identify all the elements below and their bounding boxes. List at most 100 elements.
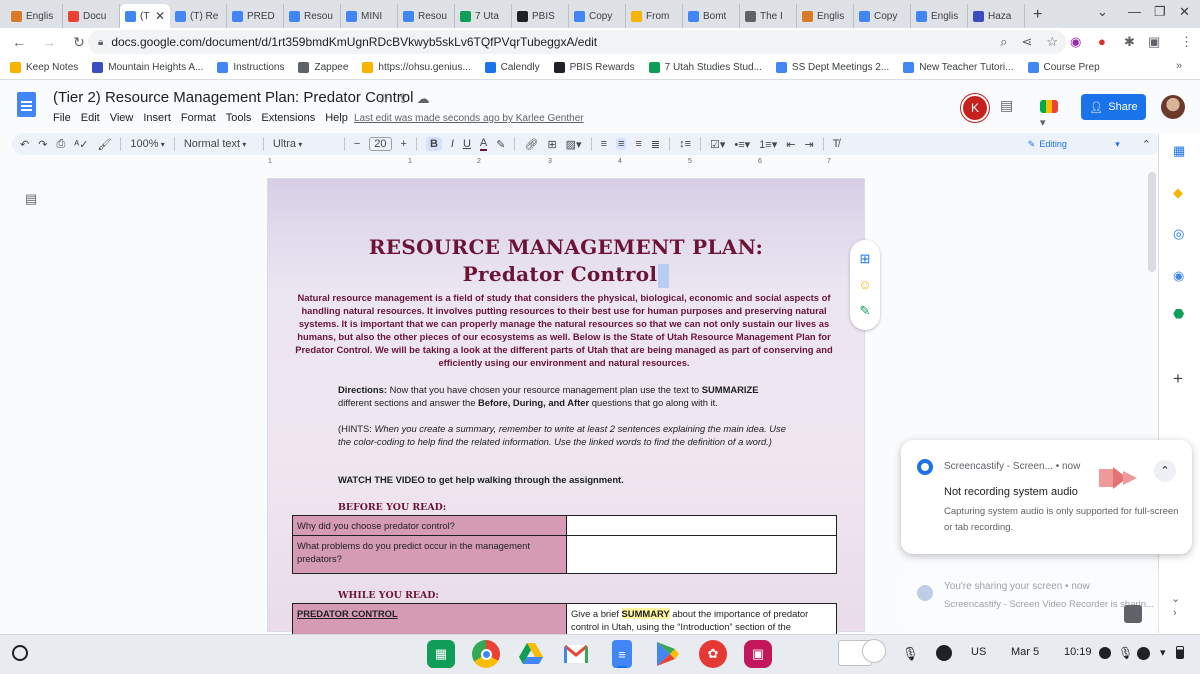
menu-file[interactable]: File: [53, 112, 71, 124]
undo-icon[interactable]: ↶: [20, 138, 29, 151]
editing-mode-select[interactable]: ✎ Editing ▾: [1028, 139, 1120, 150]
drive-app-icon[interactable]: [517, 640, 545, 668]
tab[interactable]: (T ✕: [120, 4, 170, 28]
underline-icon[interactable]: U: [463, 138, 471, 150]
comment-history-icon[interactable]: ▤: [1000, 97, 1013, 114]
tab[interactable]: The I: [740, 4, 797, 28]
reload-icon[interactable]: ↻: [68, 34, 90, 51]
screencastify-app-icon[interactable]: ▣: [744, 640, 772, 668]
tab-search-icon[interactable]: ⌄: [1097, 4, 1108, 20]
notification-card[interactable]: Screencastify - Screen... • now Not reco…: [901, 440, 1192, 554]
time-label[interactable]: 10:19: [1064, 646, 1092, 658]
microphone-icon[interactable]: 🎙︎: [902, 646, 919, 662]
tab[interactable]: Copy: [854, 4, 911, 28]
date-label[interactable]: Mar 5: [1011, 646, 1039, 658]
bookmark-item[interactable]: 7 Utah Studies Stud...: [648, 62, 762, 73]
meet-icon[interactable]: ▾: [1040, 96, 1066, 129]
zoom-select[interactable]: 100%: [130, 138, 164, 150]
link-icon[interactable]: 🔗︎: [524, 138, 538, 151]
close-tab-icon[interactable]: ✕: [155, 9, 165, 23]
directions-paragraph[interactable]: Directions: Now that you have chosen you…: [338, 383, 793, 409]
bookmark-item[interactable]: Zappee: [298, 62, 348, 73]
tab[interactable]: Docu: [63, 4, 120, 28]
docs-app-icon[interactable]: ≡: [612, 640, 632, 668]
wifi-icon[interactable]: ▾: [1160, 646, 1166, 659]
font-select[interactable]: Ultra: [273, 138, 335, 150]
screen-capture-icon[interactable]: [1124, 605, 1142, 623]
next-icon[interactable]: ›: [1173, 607, 1177, 619]
side-panel-icon[interactable]: ▣: [1148, 34, 1160, 50]
collapse-notification-icon[interactable]: ⌃: [1154, 460, 1176, 482]
last-edit-link[interactable]: Last edit was made seconds ago by Karlee…: [354, 113, 584, 124]
emoji-reaction-icon[interactable]: ☺: [858, 277, 871, 292]
chrome-app-icon[interactable]: [472, 640, 500, 668]
document-heading[interactable]: RESOURCE MANAGEMENT PLAN: Predator Contr…: [268, 234, 864, 288]
back-icon[interactable]: ←: [8, 34, 30, 50]
zoom-icon[interactable]: ⌕: [1000, 34, 1007, 50]
sharing-notification[interactable]: You're sharing your screen • now Screenc…: [901, 570, 1192, 628]
expand-notification-icon[interactable]: ⌄: [1171, 592, 1180, 605]
table-cell-answer[interactable]: [566, 515, 837, 536]
align-left-icon[interactable]: ≡: [601, 138, 607, 150]
suggest-edits-icon[interactable]: ✎: [860, 303, 871, 319]
bookmark-item[interactable]: PBIS Rewards: [553, 62, 635, 73]
document-title[interactable]: (Tier 2) Resource Management Plan: Preda…: [53, 89, 413, 106]
input-method-label[interactable]: US: [971, 646, 986, 658]
share-page-icon[interactable]: ⋖: [1021, 34, 1032, 50]
tab[interactable]: Resou: [284, 4, 341, 28]
italic-icon[interactable]: I: [451, 138, 454, 150]
menu-help[interactable]: Help: [325, 112, 348, 124]
close-window-icon[interactable]: ✕: [1179, 4, 1190, 20]
line-spacing-icon[interactable]: ↕≡: [679, 138, 691, 150]
restore-icon[interactable]: ❐: [1154, 4, 1166, 20]
table-cell-question[interactable]: What problems do you predict occur in th…: [292, 535, 567, 574]
art-app-icon[interactable]: ✿: [699, 640, 727, 668]
clear-formatting-icon[interactable]: T̸: [833, 138, 840, 150]
maps-icon[interactable]: ⬣: [1173, 306, 1184, 322]
redo-icon[interactable]: ↷: [38, 138, 47, 151]
bookmark-item[interactable]: Mountain Heights A...: [92, 62, 203, 73]
tote-icon[interactable]: [862, 639, 886, 663]
bookmark-item[interactable]: Course Prep: [1027, 62, 1100, 73]
bookmark-item[interactable]: Instructions: [217, 62, 284, 73]
play-store-app-icon[interactable]: [654, 640, 682, 668]
tab[interactable]: PRED: [227, 4, 284, 28]
get-addons-icon[interactable]: +: [1173, 369, 1183, 389]
bold-icon[interactable]: B: [425, 137, 442, 151]
document-outline-icon[interactable]: ▤: [25, 191, 37, 207]
menu-insert[interactable]: Insert: [143, 112, 171, 124]
bookmark-item[interactable]: Calendly: [484, 62, 540, 73]
add-comment-icon[interactable]: ⊞: [547, 138, 556, 151]
highlight-icon[interactable]: ✎: [496, 138, 505, 151]
tab[interactable]: Haza: [968, 4, 1025, 28]
tab[interactable]: PBIS: [512, 4, 569, 28]
menu-extensions[interactable]: Extensions: [261, 112, 315, 124]
table-cell-question[interactable]: Why did you choose predator control?: [292, 515, 567, 536]
contacts-icon[interactable]: ◉: [1173, 268, 1184, 284]
intro-paragraph[interactable]: Natural resource management is a field o…: [290, 291, 838, 369]
align-center-icon[interactable]: ≡: [616, 138, 627, 150]
bulleted-list-icon[interactable]: •≡▾: [734, 138, 750, 151]
new-tab-button[interactable]: +: [1033, 4, 1042, 28]
extensions-puzzle-icon[interactable]: ✱: [1124, 34, 1135, 50]
vertical-scrollbar[interactable]: [1148, 172, 1156, 272]
share-button[interactable]: 👤︎ Share: [1081, 94, 1146, 120]
table-cell-answer[interactable]: [566, 535, 837, 574]
tab[interactable]: Englis: [6, 4, 63, 28]
bookmark-item[interactable]: New Teacher Tutori...: [903, 62, 1014, 73]
star-icon[interactable]: ☆: [378, 91, 390, 107]
gmail-app-icon[interactable]: [562, 640, 590, 668]
launcher-icon[interactable]: [12, 645, 28, 661]
collapse-menus-icon[interactable]: ⌃: [1142, 138, 1151, 151]
add-comment-icon[interactable]: ⊞: [860, 251, 871, 267]
increase-font-icon[interactable]: +: [401, 138, 407, 150]
menu-view[interactable]: View: [110, 112, 134, 124]
bookmarks-overflow-icon[interactable]: »: [1176, 60, 1182, 72]
tab[interactable]: Copy: [569, 4, 626, 28]
tab[interactable]: Resou: [398, 4, 455, 28]
text-color-icon[interactable]: A: [479, 137, 488, 151]
recording-extension-icon[interactable]: ●: [1098, 34, 1106, 49]
cloud-saved-icon[interactable]: ☁: [417, 91, 430, 107]
forward-icon[interactable]: →: [38, 34, 60, 50]
increase-indent-icon[interactable]: ⇥: [804, 138, 813, 151]
